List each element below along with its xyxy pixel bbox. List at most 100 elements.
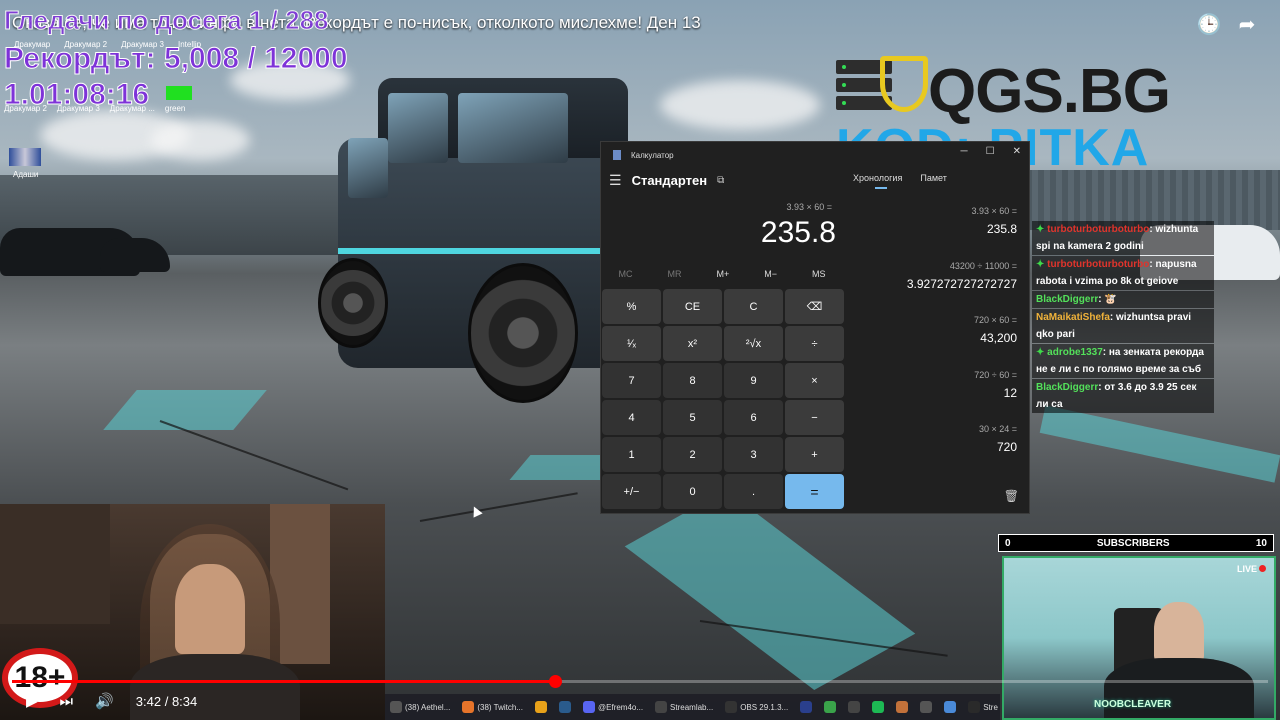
- shield-icon: [880, 56, 928, 112]
- history-result: 720: [996, 440, 1017, 454]
- chat-badge-icon: ✦: [1036, 224, 1048, 235]
- calc-key[interactable]: x²: [663, 326, 722, 361]
- subscribers-goal: 10: [1255, 537, 1267, 549]
- taskbar-item[interactable]: [869, 701, 887, 713]
- taskbar-item[interactable]: (38) Aethel...: [387, 701, 453, 713]
- calc-key[interactable]: 3: [724, 437, 783, 472]
- history-result: 3.927272727272727: [906, 277, 1017, 291]
- taskbar-item[interactable]: [893, 701, 911, 713]
- chat-message: ✦ turboturboturboturbo: napusna rabota i…: [1032, 256, 1214, 290]
- taskbar-item[interactable]: [917, 701, 935, 713]
- calculator-mode-title: Стандартен: [631, 173, 708, 188]
- memory-button[interactable]: M−: [764, 269, 777, 279]
- taskbar-app-icon: [800, 701, 813, 713]
- memory-button[interactable]: MC: [618, 269, 632, 279]
- history-entry[interactable]: 720 ÷ 60 = 12: [974, 370, 1017, 400]
- calc-key[interactable]: 5: [663, 400, 722, 435]
- calc-key[interactable]: +: [785, 437, 844, 472]
- memory-button[interactable]: MR: [667, 269, 681, 279]
- history-entry[interactable]: 30 × 24 = 720: [979, 424, 1017, 454]
- taskbar-item[interactable]: [845, 701, 863, 713]
- progress-scrubber[interactable]: [548, 675, 562, 688]
- history-expression: 3.93 × 60 =: [971, 206, 1017, 216]
- taskbar-item[interactable]: [532, 701, 550, 713]
- calculator-titlebar[interactable]: Калкулатор ─ ☐ ✕: [601, 142, 1029, 168]
- history-expression: 720 × 60 =: [973, 315, 1017, 325]
- taskbar-item[interactable]: Streamlab...: [652, 701, 716, 713]
- calc-key[interactable]: +/−: [602, 474, 661, 509]
- taskbar-app-icon: [655, 701, 668, 713]
- calc-key[interactable]: C: [724, 289, 783, 324]
- tab-memory[interactable]: Памет: [920, 173, 947, 183]
- history-result: 12: [1003, 386, 1017, 400]
- windows-taskbar: (38) Aethel... (38) Twitch... @Efrem4o... S…: [385, 694, 1000, 720]
- calc-key[interactable]: ¹⁄ₓ: [602, 326, 661, 361]
- taskbar-item[interactable]: [797, 701, 815, 713]
- calc-key[interactable]: ²√x: [724, 326, 783, 361]
- calc-key[interactable]: .: [724, 474, 783, 509]
- calc-key[interactable]: 2: [663, 437, 722, 472]
- watch-later-icon[interactable]: 🕒: [1197, 13, 1222, 36]
- video-progress-bar[interactable]: [12, 675, 1268, 688]
- maximize-icon[interactable]: ☐: [986, 146, 995, 157]
- play-icon[interactable]: ▶: [26, 692, 38, 710]
- history-entry[interactable]: 43200 ÷ 11000 = 3.927272727272727: [907, 261, 1017, 291]
- chat-message: ✦ turboturboturboturbo: wizhunta spi na …: [1032, 221, 1214, 255]
- calc-key[interactable]: −: [785, 400, 844, 435]
- calc-key[interactable]: 0: [663, 474, 722, 509]
- chat-username: adrobe1337: [1047, 347, 1103, 358]
- history-entry[interactable]: 720 × 60 = 43,200: [974, 315, 1017, 345]
- history-entry[interactable]: 3.93 × 60 = 235.8: [971, 206, 1017, 236]
- chat-overlay: ✦ turboturboturboturbo: wizhunta spi na …: [1032, 221, 1214, 414]
- calc-key[interactable]: 1: [602, 437, 661, 472]
- volume-icon[interactable]: 🔊: [95, 692, 114, 710]
- taskbar-item[interactable]: [821, 701, 839, 713]
- taskbar-item[interactable]: @Efrem4o...: [580, 701, 646, 713]
- calc-key[interactable]: ⌫: [785, 289, 844, 324]
- history-result: 43,200: [980, 331, 1017, 345]
- taskbar-app-icon: [872, 701, 885, 713]
- tab-history[interactable]: Хронология: [853, 173, 902, 189]
- taskbar-label: (38) Twitch...: [477, 702, 524, 712]
- chat-username: turboturboturboturbo: [1047, 259, 1150, 270]
- current-expression: 3.93 × 60 =: [786, 202, 832, 212]
- calc-key[interactable]: 9: [724, 363, 783, 398]
- duration: 8:34: [171, 693, 198, 709]
- calc-key[interactable]: CE: [663, 289, 722, 324]
- chat-badge-icon: ✦: [1036, 347, 1048, 358]
- calculator-keypad: % CE C ⌫ ¹⁄ₓ x² ²√x ÷ 7 8 9 × 4 5 6− 1 2 3 + +/− 0. =: [602, 289, 844, 509]
- taskbar-item[interactable]: (38) Twitch...: [459, 701, 526, 713]
- next-icon[interactable]: ⏭: [60, 693, 74, 710]
- menu-icon[interactable]: ☰: [609, 172, 622, 189]
- calc-key[interactable]: %: [602, 289, 661, 324]
- memory-button[interactable]: M+: [716, 269, 729, 279]
- trash-icon[interactable]: 🗑: [1004, 489, 1019, 503]
- chat-message: BlackDiggerr: от 3.6 до 3.9 25 сек ли са: [1032, 379, 1214, 413]
- taskbar-item[interactable]: [941, 701, 959, 713]
- calculator-window-title: Калкулатор: [631, 150, 674, 160]
- desktop-shortcut-icon[interactable]: [9, 148, 41, 166]
- memory-button[interactable]: MS: [812, 269, 826, 279]
- taskbar-item[interactable]: OBS 29.1.3...: [722, 701, 791, 713]
- calc-key[interactable]: ÷: [785, 326, 844, 361]
- taskbar-label: OBS 29.1.3...: [740, 702, 789, 712]
- calc-key[interactable]: 8: [663, 363, 722, 398]
- calc-key[interactable]: 7: [602, 363, 661, 398]
- calc-key[interactable]: =: [785, 474, 844, 509]
- streamer-name: NOOBCLEAVER: [1094, 699, 1172, 710]
- streamer-webcam-right: LIVE NOOBCLEAVER: [1002, 556, 1276, 720]
- viewers-counter: Гледачи по досега 1 / 288: [4, 5, 329, 36]
- taskbar-item[interactable]: [556, 701, 574, 713]
- calc-key[interactable]: 4: [602, 400, 661, 435]
- subscribers-bar: 0 SUBSCRIBERS 10: [998, 534, 1274, 552]
- close-icon[interactable]: ✕: [1013, 146, 1021, 157]
- keep-on-top-icon[interactable]: ⧉: [717, 175, 724, 186]
- chat-username: NaMaikatiShefa: [1036, 312, 1110, 323]
- share-icon[interactable]: ➦: [1236, 13, 1258, 36]
- calc-key[interactable]: 6: [724, 400, 783, 435]
- taskbar-label: (38) Aethel...: [405, 702, 451, 712]
- calc-key[interactable]: ×: [785, 363, 844, 398]
- taskbar-item[interactable]: Stre: [965, 701, 1000, 713]
- minimize-icon[interactable]: ─: [961, 146, 968, 157]
- taskbar-label: Streamlab...: [670, 702, 714, 712]
